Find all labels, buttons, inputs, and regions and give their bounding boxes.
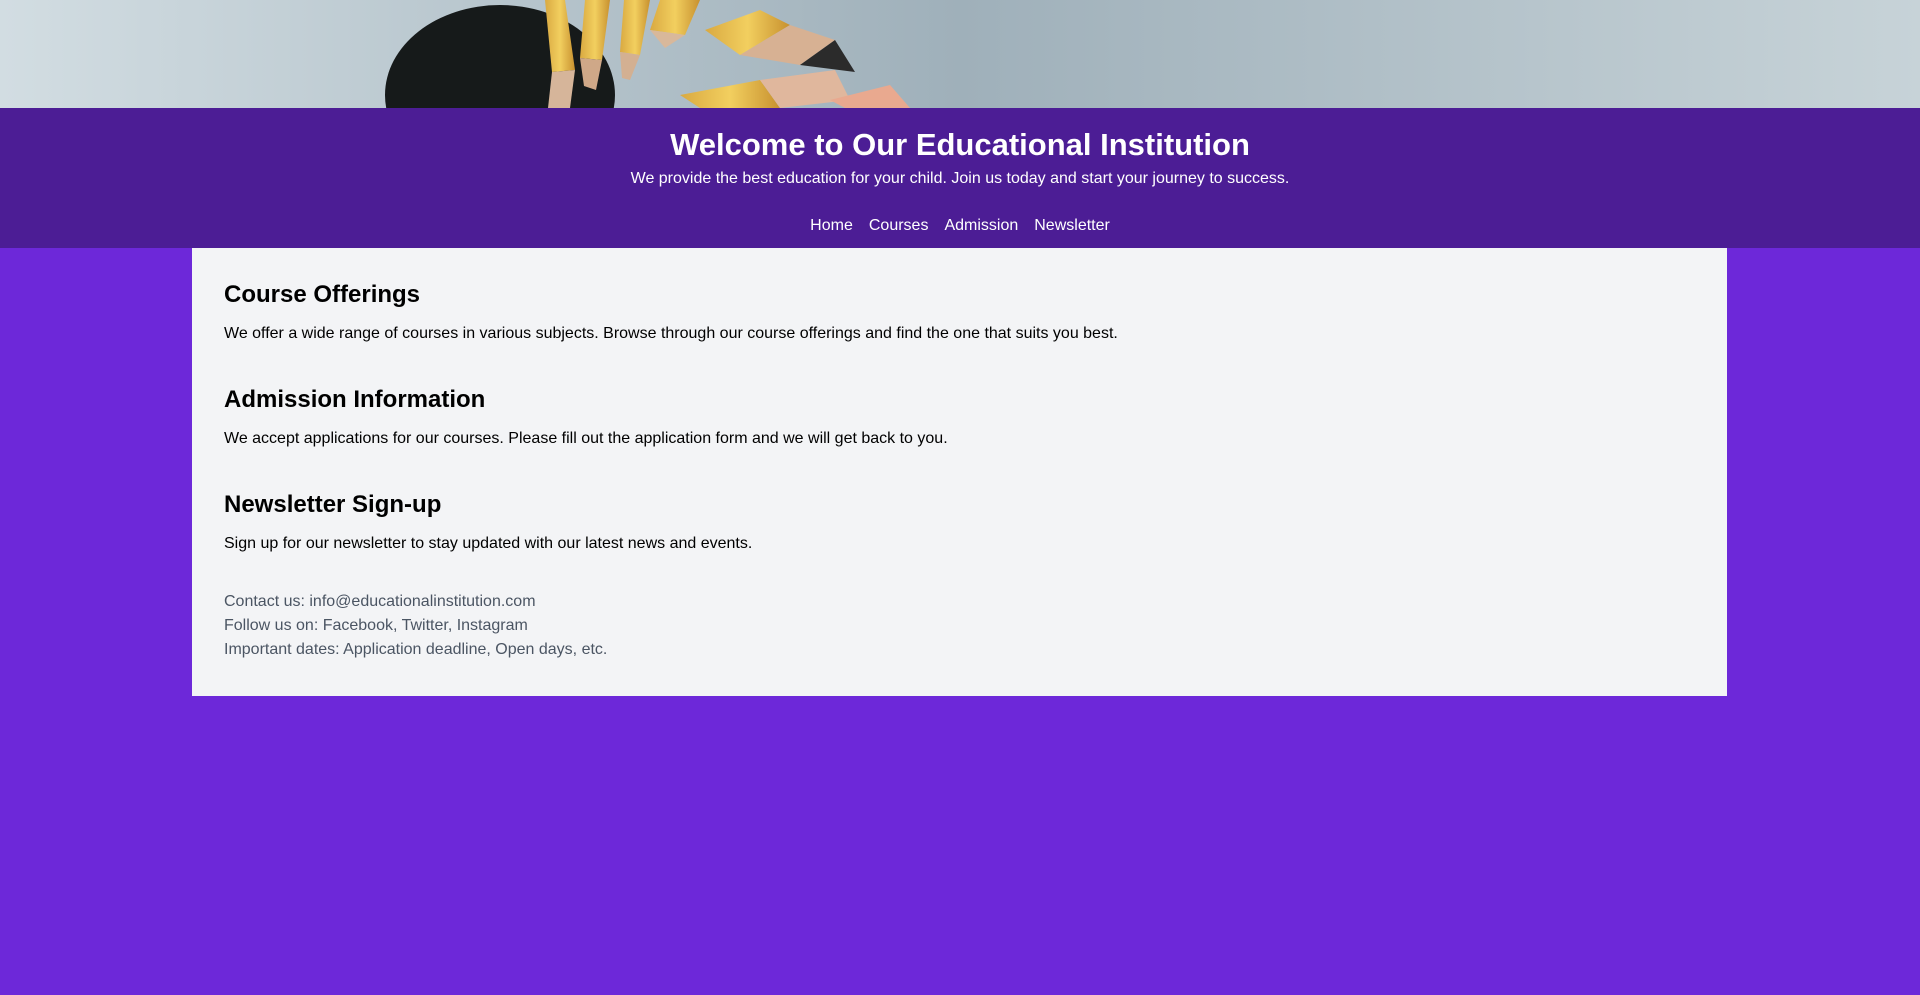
nav-courses-link[interactable]: Courses	[869, 216, 929, 236]
newsletter-signup-section: Newsletter Sign-up Sign up for our newsl…	[224, 491, 1695, 554]
footer-social: Follow us on: Facebook, Twitter, Instagr…	[224, 617, 528, 634]
page-title: Welcome to Our Educational Institution	[670, 127, 1250, 162]
hero-banner-image	[0, 0, 1920, 108]
section-heading: Course Offerings	[224, 281, 421, 308]
main-content: Course Offerings We offer a wide range o…	[192, 248, 1727, 696]
nav-newsletter-link[interactable]: Newsletter	[1034, 216, 1110, 236]
footer-contact: Contact us: info@educationalinstitution.…	[224, 593, 536, 610]
section-heading: Admission Information	[224, 386, 486, 413]
pencils-cup-photo	[0, 0, 1920, 108]
nav-home-link[interactable]: Home	[810, 216, 853, 236]
section-text: We offer a wide range of courses in vari…	[224, 325, 1118, 342]
section-text: Sign up for our newsletter to stay updat…	[224, 535, 753, 552]
page-footer: Contact us: info@educationalinstitution.…	[224, 590, 1695, 662]
section-heading: Newsletter Sign-up	[224, 491, 442, 518]
course-offerings-section: Course Offerings We offer a wide range o…	[224, 281, 1695, 344]
page-subtitle: We provide the best education for your c…	[630, 170, 1290, 187]
footer-dates: Important dates: Application deadline, O…	[224, 641, 608, 658]
nav-admission-link[interactable]: Admission	[944, 216, 1018, 236]
main-nav: Home Courses Admission Newsletter	[0, 216, 1920, 236]
admission-information-section: Admission Information We accept applicat…	[224, 386, 1695, 449]
site-header: Welcome to Our Educational Institution W…	[0, 108, 1920, 248]
section-text: We accept applications for our courses. …	[224, 430, 948, 447]
